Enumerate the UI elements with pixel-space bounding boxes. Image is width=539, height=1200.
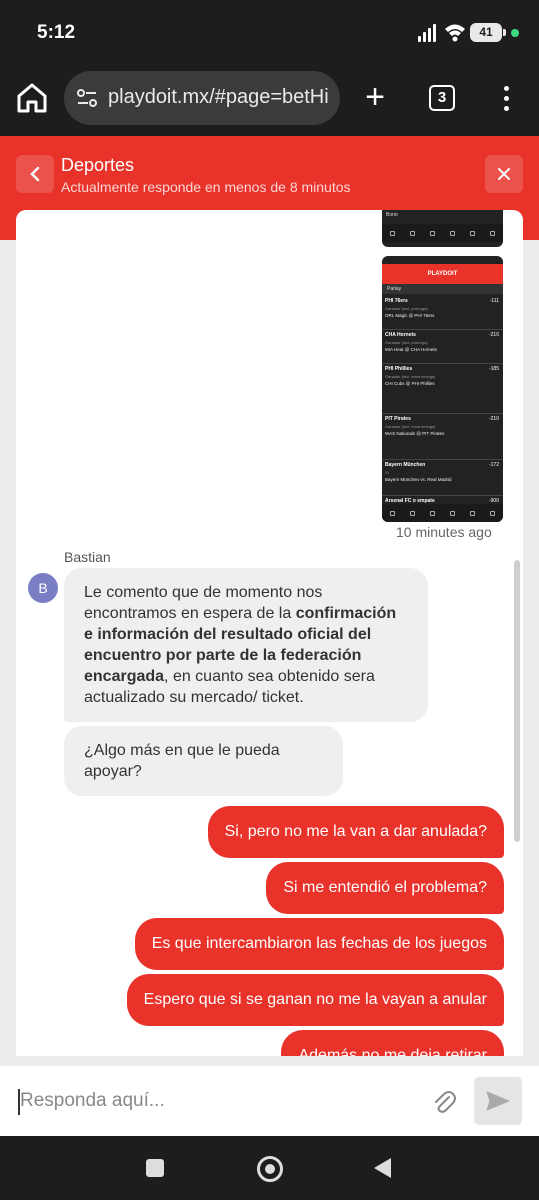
home-circle-icon[interactable] [257, 1156, 283, 1182]
close-button[interactable] [485, 155, 523, 193]
status-bar: 5:12 41 [0, 0, 539, 64]
bet-match: MIA Heat @ CHA Hornets [385, 347, 437, 352]
message-composer: Responda aquí... [0, 1066, 539, 1136]
chat-panel[interactable]: Bono PLAYDOIT Parlay PHI 76ers -111 Gana… [16, 210, 523, 1056]
bet-market: Sí [385, 470, 389, 475]
attach-icon[interactable] [432, 1089, 456, 1115]
site-settings-icon[interactable] [76, 87, 98, 109]
attachment-brand: PLAYDOIT [382, 264, 503, 284]
bet-team: CHA Hornets [385, 332, 416, 338]
send-icon [486, 1091, 510, 1111]
recents-icon[interactable] [146, 1159, 164, 1177]
browser-toolbar: playdoit.mx/#page=betHi + 3 [0, 64, 539, 136]
bet-odd: -210 [488, 416, 499, 422]
attachment-nav [382, 224, 503, 242]
signal-icon [418, 24, 438, 42]
avatar: B [28, 573, 58, 603]
privacy-indicator-icon [511, 29, 519, 37]
tab-switcher-button[interactable]: 3 [429, 85, 455, 111]
wifi-icon [445, 24, 465, 42]
agent-name: Bastian [64, 549, 111, 565]
chevron-left-icon [30, 166, 40, 182]
user-message: Espero que si se ganan no me la vayan a … [126, 974, 504, 1026]
message-text: Le comento que de momento nos encontramo… [84, 584, 323, 622]
bet-odd: -172 [488, 462, 499, 468]
bet-market: Ganador (incl. prórroga) [385, 306, 428, 311]
bet-match: Bayern München vs. Real Madrid [385, 477, 452, 482]
user-message: Si me entendió el problema? [266, 862, 504, 914]
message-timestamp: 10 minutes ago [396, 524, 492, 540]
attachment-nav [382, 504, 503, 522]
bet-team: PHI Phillies [385, 366, 413, 372]
bet-odd: -216 [488, 332, 499, 338]
back-triangle-icon[interactable] [374, 1158, 391, 1178]
back-button[interactable] [16, 155, 54, 193]
system-nav-bar [0, 1136, 539, 1200]
bet-match: ORL Magic @ PHI 76ers [385, 313, 435, 318]
battery-icon: 41 [470, 23, 506, 42]
image-attachment[interactable]: PLAYDOIT Parlay PHI 76ers -111 Ganador (… [382, 256, 503, 522]
message-input[interactable]: Responda aquí... [20, 1090, 165, 1112]
bet-row: CHA Hornets -216 Ganador (incl. prórroga… [382, 330, 503, 364]
bet-odd: -185 [488, 366, 499, 372]
status-time: 5:12 [37, 22, 76, 43]
home-icon[interactable] [14, 80, 50, 116]
bet-team: Bayern München [385, 462, 426, 468]
url-text[interactable]: playdoit.mx/#page=betHi [108, 86, 334, 109]
new-tab-icon[interactable]: + [360, 78, 390, 118]
chat-subtitle: Actualmente responde en menos de 8 minut… [61, 179, 351, 195]
chat-scrollbar[interactable] [514, 560, 520, 842]
bet-market: Ganador (incl. prórroga) [385, 340, 428, 345]
bet-team: PHI 76ers [385, 298, 408, 304]
chat-title: Deportes [61, 155, 135, 175]
user-message: Además no me deja retirar [281, 1030, 504, 1056]
bet-row: PIT Pirates -210 Ganador (incl. extra in… [382, 414, 503, 460]
page-content: Deportes Actualmente responde en menos d… [0, 136, 539, 1136]
agent-message: Le comento que de momento nos encontramo… [64, 568, 428, 722]
bet-row: Bayern München -172 Sí Bayern München vs… [382, 460, 503, 496]
bet-market: Ganador (incl. extra innings) [385, 374, 436, 379]
bet-market: Ganador (incl. extra innings) [385, 424, 436, 429]
bet-row: PHI 76ers -111 Ganador (incl. prórroga) … [382, 296, 503, 330]
bet-team: PIT Pirates [385, 416, 411, 422]
agent-message: ¿Algo más en que le pueda apoyar? [64, 726, 343, 796]
user-message: Es que intercambiaron las fechas de los … [134, 918, 504, 970]
attachment-label: Bono [386, 212, 398, 218]
bet-row: PHI Phillies -185 Ganador (incl. extra i… [382, 364, 503, 414]
send-button[interactable] [474, 1077, 522, 1125]
close-icon [498, 168, 510, 180]
user-message: Si, pero no me la van a dar anulada? [207, 806, 504, 858]
attachment-section: Parlay [382, 284, 503, 294]
more-options-icon[interactable] [496, 84, 516, 114]
bet-match: WAS Nationals @ PIT Pirates [385, 431, 445, 436]
attachment-bet-list: PHI 76ers -111 Ganador (incl. prórroga) … [382, 296, 503, 508]
address-bar[interactable]: playdoit.mx/#page=betHi [64, 71, 340, 125]
image-attachment[interactable]: Bono [382, 210, 503, 247]
bet-odd: -111 [489, 298, 499, 304]
bet-match: CHI Cubs @ PHI Phillies [385, 381, 435, 386]
